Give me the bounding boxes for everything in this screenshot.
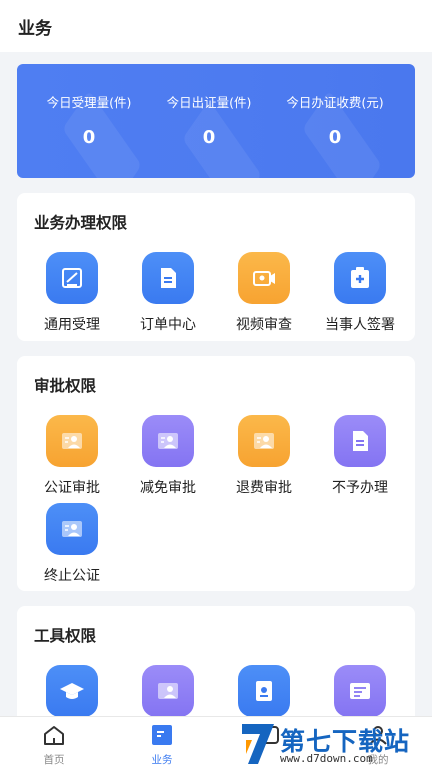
- tool-card-button[interactable]: [120, 665, 216, 717]
- item-label: 公证审批: [44, 480, 100, 496]
- tab-home[interactable]: 首页: [0, 723, 108, 767]
- certificate-icon: [238, 665, 290, 717]
- graduation-cap-icon: [46, 665, 98, 717]
- party-signing-button[interactable]: 当事人签署: [312, 252, 408, 334]
- id-card-icon: [46, 415, 98, 467]
- tab-label: 业务: [151, 754, 173, 766]
- document-icon: [142, 252, 194, 304]
- watermark-logo-icon: [242, 724, 274, 764]
- business-icon: [152, 725, 172, 745]
- tool-training-button[interactable]: [24, 665, 120, 717]
- clipboard-plus-icon: [334, 252, 386, 304]
- refund-approval-button[interactable]: 退费审批: [216, 415, 312, 497]
- item-label: 减免审批: [140, 480, 196, 496]
- stat-value: 0: [82, 127, 96, 148]
- stat-fees: 今日办证收费(元) 0: [269, 92, 401, 148]
- decline-processing-button[interactable]: 不予办理: [312, 415, 408, 497]
- approval-permissions-card: 审批权限 公证审批 减免审批 退费审批 不予办理 终止公证: [17, 356, 415, 591]
- section-title: 业务办理权限: [34, 214, 128, 232]
- tool-certificate-button[interactable]: [216, 665, 312, 717]
- id-card-icon: [238, 415, 290, 467]
- video-camera-icon: [238, 252, 290, 304]
- general-acceptance-button[interactable]: 通用受理: [24, 252, 120, 334]
- business-permissions-card: 业务办理权限 通用受理 订单中心 视频审查 当事人签署: [17, 193, 415, 341]
- item-label: 订单中心: [140, 317, 196, 333]
- item-label: 视频审查: [236, 317, 292, 333]
- stat-label: 今日受理量(件): [46, 95, 132, 110]
- stat-label: 今日办证收费(元): [286, 95, 384, 110]
- reduction-approval-button[interactable]: 减免审批: [120, 415, 216, 497]
- edit-document-icon: [46, 252, 98, 304]
- page-title: 业务: [18, 19, 52, 39]
- stats-banner: 今日受理量(件) 0 今日出证量(件) 0 今日办证收费(元) 0: [17, 64, 415, 178]
- home-icon: [44, 726, 64, 745]
- tool-profile-button[interactable]: [312, 665, 408, 717]
- item-label: 当事人签署: [325, 317, 395, 333]
- item-label: 通用受理: [44, 317, 100, 333]
- id-card-icon: [334, 665, 386, 717]
- terminate-notarization-button[interactable]: 终止公证: [24, 503, 120, 585]
- stat-accepted: 今日受理量(件) 0: [23, 92, 155, 148]
- order-center-button[interactable]: 订单中心: [120, 252, 216, 334]
- section-title: 审批权限: [34, 377, 97, 395]
- id-card-icon: [46, 503, 98, 555]
- tab-business[interactable]: 业务: [108, 723, 216, 767]
- item-label: 不予办理: [332, 480, 388, 496]
- section-title: 工具权限: [34, 627, 97, 645]
- item-label: 终止公证: [44, 568, 100, 584]
- watermark-url: www.d7down.com: [280, 752, 373, 765]
- stat-value: 0: [328, 127, 342, 148]
- item-label: 退费审批: [236, 480, 292, 496]
- stat-issued: 今日出证量(件) 0: [143, 92, 275, 148]
- id-card-icon: [142, 665, 194, 717]
- video-review-button[interactable]: 视频审查: [216, 252, 312, 334]
- stat-value: 0: [202, 127, 216, 148]
- watermark: 第七下载站 www.d7down.com: [236, 718, 432, 768]
- notarization-approval-button[interactable]: 公证审批: [24, 415, 120, 497]
- id-card-icon: [142, 415, 194, 467]
- document-icon: [334, 415, 386, 467]
- page-header: 业务: [0, 0, 432, 52]
- stat-label: 今日出证量(件): [166, 95, 252, 110]
- tab-label: 首页: [43, 754, 65, 766]
